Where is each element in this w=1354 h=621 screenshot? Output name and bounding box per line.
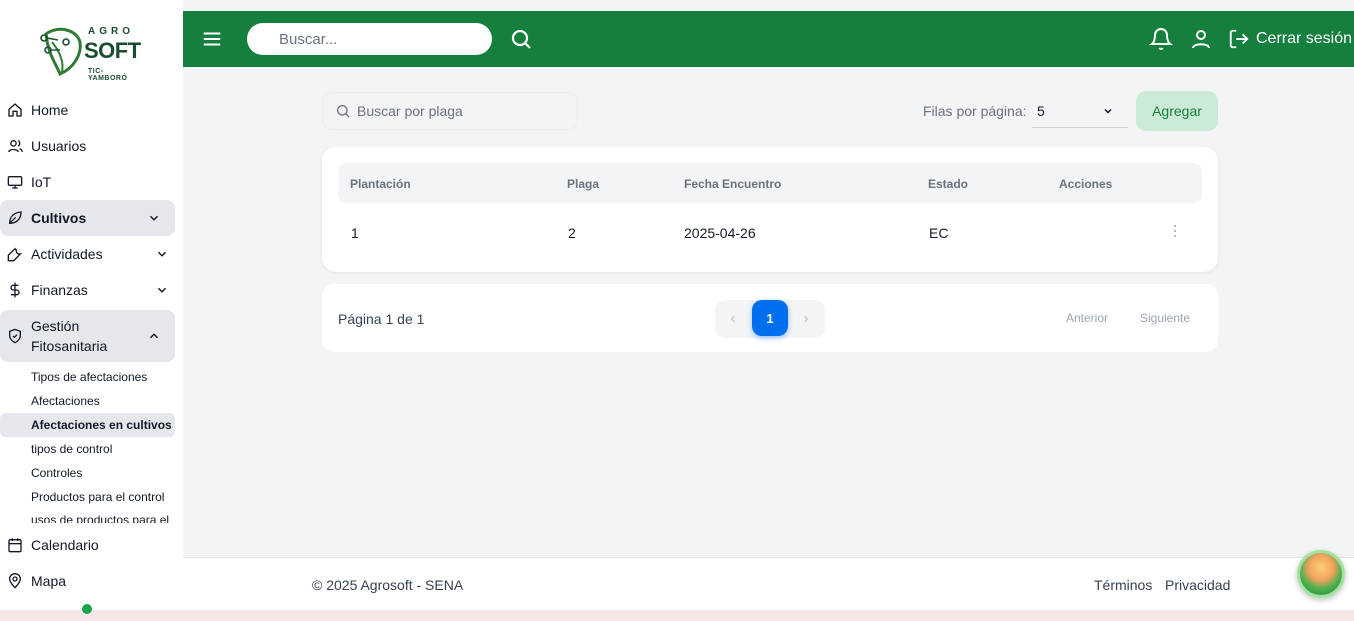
search-icon (337, 105, 350, 118)
chevron-up-icon (149, 333, 159, 339)
submenu-item-controles[interactable]: Controles (31, 461, 183, 485)
cell-plaga: 2 (568, 225, 576, 241)
taskbar-strip (0, 610, 1354, 621)
sidebar-item-label: Gestión Fitosanitaria (31, 318, 108, 354)
submenu-label: Afectaciones en cultivos (31, 418, 172, 432)
chat-assistant-avatar[interactable] (1297, 550, 1345, 598)
sidebar-item-label: IoT (31, 174, 52, 190)
map-pin-icon (6, 572, 24, 590)
sidebar-item-label: Usuarios (31, 138, 87, 154)
home-icon (6, 101, 24, 119)
footer: © 2025 Agrosoft - SENA Términos Privacid… (183, 550, 1354, 610)
sidebar-item-iot[interactable]: IoT (0, 164, 183, 200)
calendar-icon (6, 536, 24, 554)
bell-icon[interactable] (1149, 27, 1173, 51)
sidebar-item-home[interactable]: Home (0, 92, 183, 128)
sidebar: AGRO SOFT TIC-YAMBORÓ Home Usuarios IoT (0, 0, 183, 610)
fitosanitaria-submenu: Tipos de afectaciones Afectaciones Afect… (0, 365, 183, 523)
global-search-input[interactable] (247, 23, 492, 55)
sidebar-item-finanzas[interactable]: Finanzas (0, 272, 183, 308)
sidebar-item-label: Calendario (31, 537, 99, 553)
submenu-item-tipos-control[interactable]: tipos de control (31, 437, 183, 461)
top-bar: Cerrar sesión (183, 11, 1354, 67)
chevron-down-icon (157, 251, 167, 257)
brand-main-text: SOFT (84, 38, 141, 63)
submenu-label: Afectaciones (31, 394, 100, 408)
sidebar-item-gestion-fitosanitaria[interactable]: Gestión Fitosanitaria (0, 310, 175, 362)
chevron-left-icon[interactable] (727, 312, 739, 326)
sidebar-nav: Home Usuarios IoT Cultivos Actividades F… (0, 92, 183, 599)
sidebar-item-label: Actividades (31, 246, 103, 262)
privacy-link[interactable]: Privacidad (1165, 577, 1230, 593)
table-header: Plantación Plaga Fecha Encuentro Estado … (338, 163, 1202, 203)
search-icon[interactable] (509, 27, 533, 51)
column-header-plantacion[interactable]: Plantación (350, 177, 411, 191)
rows-per-page-select[interactable]: 5 (1032, 94, 1128, 128)
submenu-label: Productos para el control (31, 490, 165, 504)
pagination-bar: Página 1 de 1 1 Anterior Siguiente (322, 284, 1218, 352)
page-button-current[interactable]: 1 (752, 300, 788, 336)
sidebar-item-label: Finanzas (31, 282, 88, 298)
column-header-plaga[interactable]: Plaga (567, 177, 599, 191)
logout-icon (1229, 29, 1249, 49)
sidebar-item-mapa[interactable]: Mapa (0, 563, 183, 599)
cell-estado: EC (929, 225, 949, 241)
logout-button[interactable]: Cerrar sesión (1228, 26, 1352, 52)
monitor-icon (6, 173, 24, 191)
brand-sub-text: TIC-YAMBORÓ (88, 68, 128, 82)
column-header-acciones: Acciones (1059, 177, 1113, 191)
column-header-estado[interactable]: Estado (928, 177, 968, 191)
sidebar-item-usuarios[interactable]: Usuarios (0, 128, 183, 164)
submenu-label: usos de productos para el (31, 513, 170, 523)
sidebar-item-label: Cultivos (31, 210, 87, 226)
submenu-label: Tipos de afectaciones (31, 370, 148, 384)
agrosoft-logo[interactable]: AGRO SOFT TIC-YAMBORÓ (38, 24, 141, 82)
pagination: 1 (715, 300, 825, 338)
add-button[interactable]: Agregar (1136, 91, 1218, 131)
cell-fecha: 2025-04-26 (684, 225, 756, 241)
dollar-icon (6, 281, 24, 299)
submenu-item-afectaciones[interactable]: Afectaciones (31, 389, 183, 413)
previous-page-button[interactable]: Anterior (1052, 302, 1122, 334)
sidebar-item-label: Home (31, 102, 69, 118)
leaf-icon (6, 209, 24, 227)
submenu-item-afectaciones-cultivos[interactable]: Afectaciones en cultivos (0, 413, 175, 437)
more-vertical-icon[interactable] (1170, 223, 1180, 239)
chevron-down-icon (157, 287, 167, 293)
pest-search-input[interactable]: Buscar por plaga (322, 92, 578, 130)
submenu-label: tipos de control (31, 442, 113, 456)
submenu-label: Controles (31, 466, 83, 480)
chevron-down-icon (1104, 108, 1112, 114)
user-icon[interactable] (1189, 27, 1213, 51)
sidebar-item-cultivos[interactable]: Cultivos (0, 200, 175, 236)
brand-top-text: AGRO (88, 26, 134, 37)
chevron-right-icon[interactable] (800, 312, 812, 326)
terms-link[interactable]: Términos (1094, 577, 1152, 593)
sidebar-item-actividades[interactable]: Actividades (0, 236, 183, 272)
copyright-text: © 2025 Agrosoft - SENA (312, 577, 464, 593)
cell-plantacion: 1 (351, 225, 359, 241)
submenu-item-productos-control[interactable]: Productos para el control (31, 485, 183, 509)
pest-search-placeholder: Buscar por plaga (357, 103, 463, 119)
sidebar-item-calendario[interactable]: Calendario (0, 527, 183, 563)
submenu-item-tipos-afectaciones[interactable]: Tipos de afectaciones (31, 365, 183, 389)
hamburger-menu-icon[interactable] (201, 28, 223, 50)
users-icon (6, 137, 24, 155)
logo-leaf-icon (40, 27, 82, 76)
shield-icon (6, 327, 24, 345)
wrench-icon (6, 245, 24, 263)
status-dot (82, 604, 92, 614)
chevron-down-icon (149, 215, 159, 221)
next-page-button[interactable]: Siguiente (1128, 302, 1202, 334)
submenu-item-usos-productos[interactable]: usos de productos para el (31, 509, 183, 523)
rows-per-page-label: Filas por página: (923, 103, 1027, 119)
column-header-fecha[interactable]: Fecha Encuentro (684, 177, 781, 191)
sidebar-item-label: Mapa (31, 573, 67, 589)
logout-label: Cerrar sesión (1256, 30, 1353, 47)
data-table: Plantación Plaga Fecha Encuentro Estado … (322, 147, 1218, 272)
page-summary: Página 1 de 1 (338, 311, 425, 327)
rows-per-page-value: 5 (1037, 103, 1045, 119)
